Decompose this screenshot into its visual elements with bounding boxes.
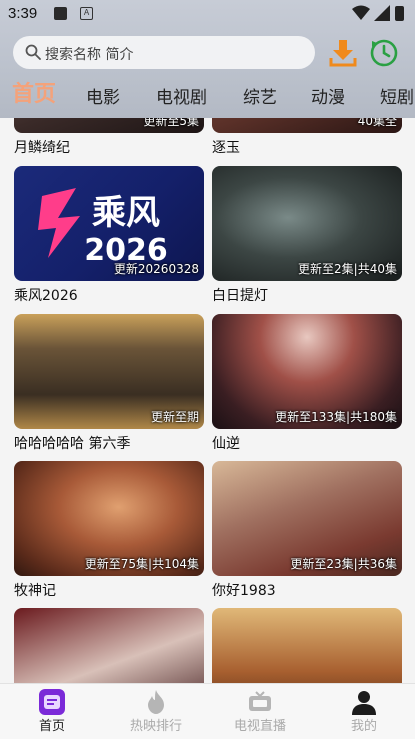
poster-thumbnail: 40集全: [212, 118, 402, 133]
poster-thumbnail: 乘风 2026 更新20260328: [14, 166, 204, 281]
person-icon: [352, 691, 376, 715]
tab-variety[interactable]: 综艺: [243, 83, 277, 108]
video-title: 乘风2026: [14, 288, 78, 304]
video-title: 仙逆: [212, 436, 240, 452]
fire-icon: [148, 690, 164, 714]
poster-thumbnail: 更新至133集|共180集: [212, 314, 402, 429]
bottom-navigation: 首页 热映排行 电视直播 我的: [0, 683, 415, 739]
tab-home[interactable]: 首页: [12, 76, 56, 108]
history-clock-icon[interactable]: [369, 38, 399, 68]
search-input[interactable]: 搜索名称 简介: [13, 36, 315, 69]
update-badge: 更新至23集|共36集: [290, 557, 397, 571]
nav-hot-ranking[interactable]: 热映排行: [104, 684, 208, 739]
battery-icon: [395, 6, 404, 21]
tab-tv-series[interactable]: 电视剧: [156, 83, 207, 108]
video-title: 逐玉: [212, 140, 240, 156]
status-bar: 3:39 A: [0, 0, 415, 30]
update-badge: 40集全: [357, 118, 397, 128]
poster-thumbnail: 更新至5集: [14, 118, 204, 133]
wifi-icon: [352, 5, 370, 20]
nav-tv-live[interactable]: 电视直播: [208, 684, 312, 739]
signal-icon: [374, 5, 390, 21]
update-badge: 更新至期: [150, 410, 199, 424]
header-bar: 3:39 A 搜索名称 简介 首页 电影 电视剧 综艺 动漫 短剧: [0, 0, 415, 118]
update-badge: 更新至5集: [143, 118, 199, 128]
poster-thumbnail: 更新至75集|共104集: [14, 461, 204, 576]
video-title: 白日提灯: [212, 288, 268, 304]
category-tabs: 首页 电影 电视剧 综艺 动漫 短剧: [0, 78, 415, 112]
poster-thumbnail: 更新至期: [14, 314, 204, 429]
svg-text:乘风: 乘风: [92, 193, 160, 233]
video-grid: 更新至5集 月鳞绮纪 40集全 逐玉 乘风 2026 更新20260328 乘风…: [0, 118, 415, 683]
nav-label: 我的: [350, 719, 377, 734]
update-badge: 更新至133集|共180集: [275, 410, 397, 424]
keyboard-a-icon: A: [80, 7, 93, 20]
nav-home[interactable]: 首页: [0, 684, 104, 739]
nav-label: 电视直播: [233, 719, 286, 734]
poster-thumbnail: 更新至2集|共40集: [212, 166, 402, 281]
video-title: 哈哈哈哈哈 第六季: [14, 436, 131, 452]
nav-label: 首页: [38, 719, 65, 734]
poster-thumbnail: 更新至23集|共36集: [212, 461, 402, 576]
poster-thumbnail: [14, 608, 204, 683]
tab-anime[interactable]: 动漫: [311, 83, 345, 108]
update-badge: 更新20260328: [113, 262, 199, 276]
update-badge: 更新至2集|共40集: [298, 262, 397, 276]
download-icon[interactable]: [329, 38, 357, 68]
notification-icon: [54, 7, 67, 20]
tab-short-drama[interactable]: 短剧: [380, 83, 414, 108]
search-icon: [25, 44, 41, 60]
nav-label: 热映排行: [129, 719, 182, 734]
tab-movie[interactable]: 电影: [86, 83, 120, 108]
tv-icon: [249, 691, 271, 711]
poster-thumbnail: [212, 608, 402, 683]
nav-mine[interactable]: 我的: [312, 684, 415, 739]
video-title: 牧神记: [14, 583, 56, 599]
update-badge: 更新至75集|共104集: [84, 557, 199, 571]
search-placeholder: 搜索名称 简介: [45, 47, 134, 63]
video-title: 你好1983: [212, 583, 276, 599]
status-time: 3:39: [8, 5, 38, 22]
home-app-icon: [39, 689, 65, 715]
video-title: 月鳞绮纪: [14, 140, 70, 156]
